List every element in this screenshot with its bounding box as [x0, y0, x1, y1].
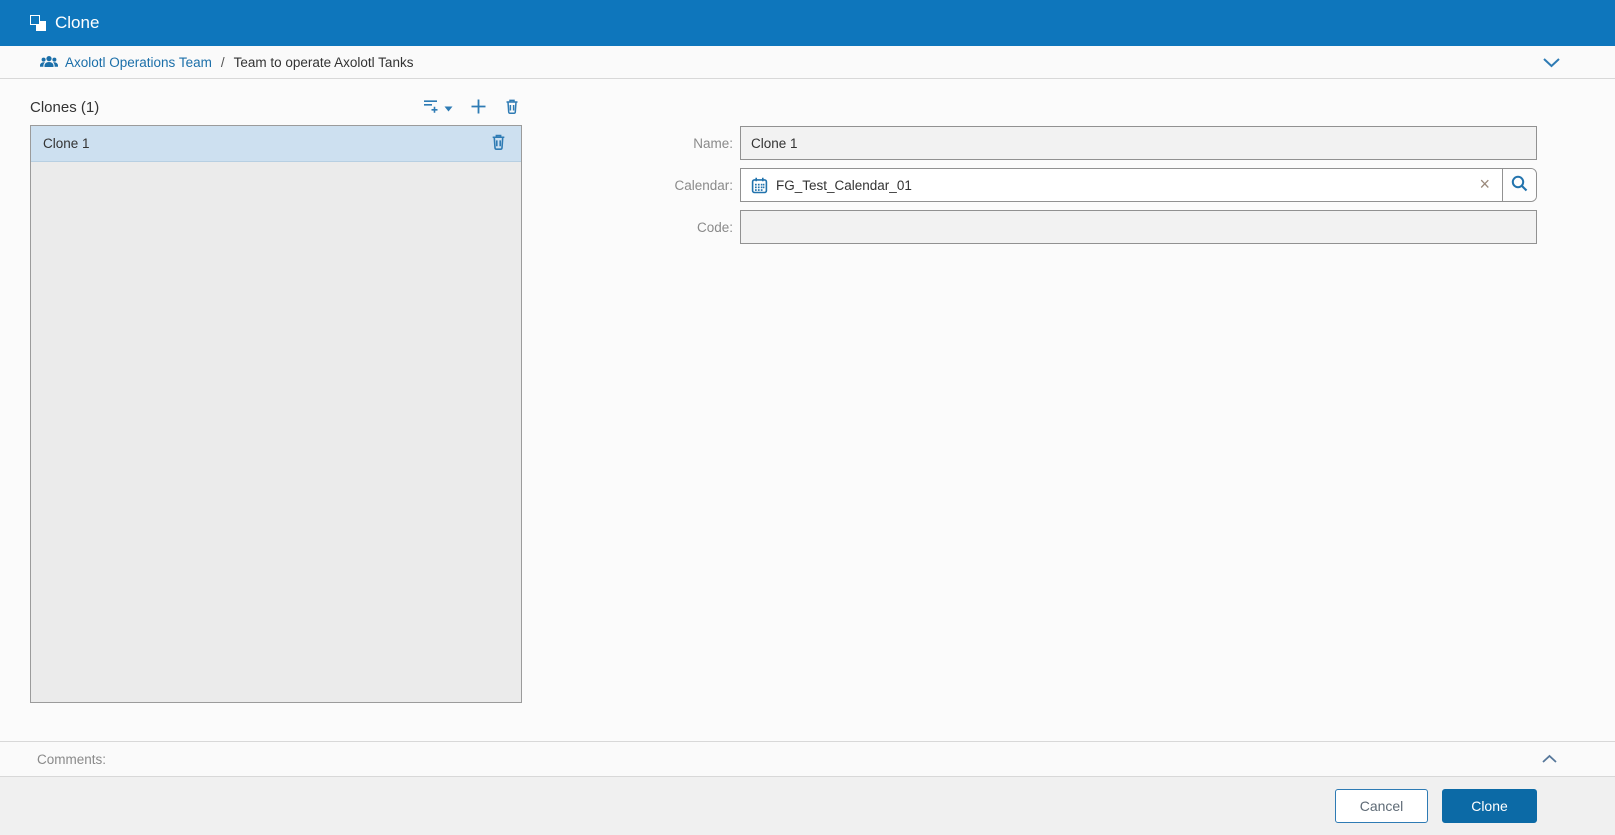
plus-icon [470, 98, 487, 118]
breadcrumb: Axolotl Operations Team / Team to operat… [0, 46, 1615, 79]
row-delete-button[interactable] [490, 133, 507, 154]
name-row: Name: [620, 126, 1537, 160]
clone-item-label: Clone 1 [43, 136, 90, 151]
team-icon [40, 55, 58, 69]
search-icon [1510, 174, 1529, 196]
comments-label: Comments: [37, 751, 107, 767]
calendar-value: FG_Test_Calendar_01 [776, 177, 912, 193]
caret-down-icon [444, 100, 453, 115]
clone-details-form: Name: Calendar: [620, 126, 1537, 252]
clear-x-icon[interactable]: × [1471, 175, 1502, 195]
trash-icon [504, 98, 520, 118]
chevron-up-icon[interactable] [1539, 752, 1560, 766]
code-input[interactable] [740, 210, 1537, 244]
title-bar: Clone [0, 0, 1615, 46]
name-input[interactable] [740, 126, 1537, 160]
breadcrumb-current: Team to operate Axolotl Tanks [233, 54, 414, 70]
clones-panel-title: Clones (1) [30, 99, 100, 116]
breadcrumb-team-link[interactable]: Axolotl Operations Team [65, 55, 212, 70]
trash-icon [490, 133, 507, 154]
footer-action-bar: Cancel Clone [0, 776, 1615, 835]
add-clone-button[interactable] [470, 98, 487, 118]
page-title: Clone [55, 13, 100, 32]
breadcrumb-separator: / [220, 54, 225, 70]
add-multiple-button[interactable] [422, 98, 453, 117]
filter-add-icon [422, 98, 439, 117]
calendar-search-button[interactable] [1502, 169, 1536, 201]
chevron-down-icon[interactable] [1540, 55, 1563, 70]
clone-list-item[interactable]: Clone 1 [31, 126, 521, 162]
clone-icon [30, 15, 46, 31]
calendar-row: Calendar: FG_Test_Calendar_01 × [620, 168, 1537, 202]
clones-list: Clone 1 [30, 125, 522, 703]
calendar-label: Calendar: [674, 177, 733, 193]
calendar-lookup-field[interactable]: FG_Test_Calendar_01 × [740, 168, 1537, 202]
calendar-icon [751, 177, 768, 194]
comments-bar: Comments: [0, 741, 1615, 776]
code-label: Code: [696, 219, 733, 235]
code-row: Code: [620, 210, 1537, 244]
cancel-button[interactable]: Cancel [1335, 789, 1428, 823]
clones-panel: Clones (1) Clone 1 [30, 93, 522, 703]
clones-panel-header: Clones (1) [30, 93, 522, 122]
delete-clone-button[interactable] [504, 98, 520, 118]
clone-button[interactable]: Clone [1442, 789, 1537, 823]
name-label: Name: [693, 135, 733, 151]
